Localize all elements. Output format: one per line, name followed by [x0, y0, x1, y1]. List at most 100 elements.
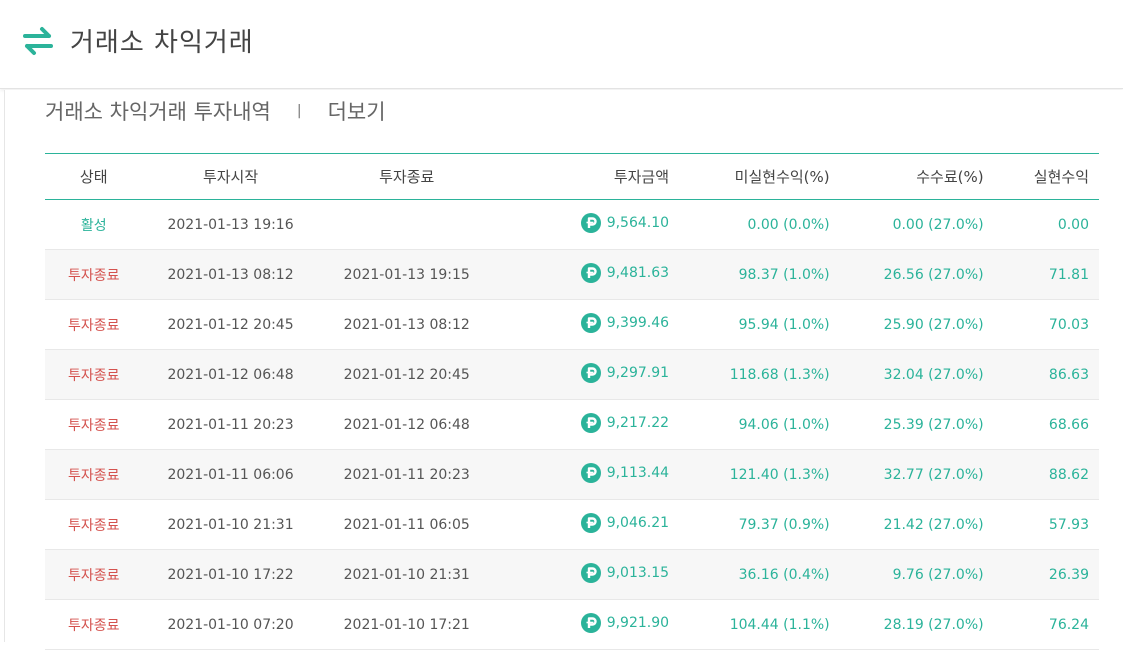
start-time-cell: 2021-01-10 07:20	[167, 616, 294, 633]
unrealized-cell: 118.68 (1.3%)	[729, 366, 830, 383]
start-time-cell: 2021-01-11 20:23	[167, 416, 294, 433]
unrealized-cell: 0.00 (0.0%)	[747, 216, 830, 233]
end-time-cell: 2021-01-11 06:05	[343, 516, 470, 533]
header-separator: |	[296, 103, 302, 119]
more-link[interactable]: 더보기	[328, 96, 386, 126]
fee-cell: 9.76 (27.0%)	[892, 566, 984, 583]
col-header-start: 투자시작	[202, 168, 259, 186]
point-coin-icon	[580, 262, 601, 283]
col-header-unrealized: 미실현수익(%)	[734, 168, 830, 186]
col-header-end: 투자종료	[379, 168, 435, 186]
realized-cell: 88.62	[1048, 466, 1089, 483]
amount-cell: 9,013.15	[495, 550, 679, 600]
end-time-cell: 2021-01-11 20:23	[343, 466, 470, 483]
realized-cell: 71.81	[1048, 266, 1089, 283]
table-row: 투자종료 2021-01-12 06:48 2021-01-12 20:45 9,29…	[45, 349, 1099, 400]
amount-value: 9,113.44	[606, 464, 670, 481]
investment-table: 상태 투자시작 투자종료 투자금액 미실현수익(%) 수수료(%) 실현수익 활…	[45, 153, 1099, 650]
start-time-cell: 2021-01-13 19:16	[167, 216, 294, 233]
col-header-status: 상태	[79, 168, 108, 186]
col-header-amount: 투자금액	[613, 168, 670, 186]
amount-cell: 9,297.91	[495, 350, 679, 400]
unrealized-cell: 98.37 (1.0%)	[738, 266, 830, 283]
start-time-cell: 2021-01-12 06:48	[167, 366, 294, 383]
amount-cell: 9,399.46	[495, 300, 679, 350]
table-row: 투자종료 2021-01-10 17:22 2021-01-10 21:31 9,01…	[45, 549, 1099, 600]
realized-cell: 86.63	[1048, 366, 1089, 383]
table-row: 투자종료 2021-01-13 08:12 2021-01-13 19:15 9,48…	[45, 249, 1099, 300]
realized-cell: 68.66	[1048, 416, 1089, 433]
amount-cell: 9,921.90	[495, 600, 679, 650]
amount-value: 9,297.91	[606, 364, 670, 381]
amount-value: 9,013.15	[606, 564, 670, 581]
point-coin-icon	[580, 512, 601, 533]
amount-cell: 9,046.21	[495, 500, 679, 550]
section-title: 거래소 차익거래 투자내역	[45, 100, 271, 124]
unrealized-cell: 36.16 (0.4%)	[738, 566, 830, 583]
status-cell: 투자종료	[67, 417, 120, 434]
realized-cell: 70.03	[1048, 316, 1089, 333]
end-time-cell: 2021-01-13 08:12	[343, 316, 470, 333]
amount-value: 9,921.90	[606, 614, 670, 631]
table-row: 투자종료 2021-01-12 20:45 2021-01-13 08:12 9,39…	[45, 300, 1099, 350]
table-row: 활성 2021-01-13 19:16 9,564.10 0.00 (0.0%) 0.0…	[45, 200, 1099, 250]
table-row: 투자종료 2021-01-10 07:20 2021-01-10 17:21 9,92…	[45, 600, 1099, 650]
status-cell: 투자종료	[67, 267, 120, 284]
amount-value: 9,399.46	[606, 314, 670, 331]
realized-cell: 26.39	[1048, 566, 1089, 583]
section-header: 거래소 차익거래 투자내역 | 더보기	[45, 96, 386, 126]
fee-cell: 25.90 (27.0%)	[883, 316, 984, 333]
status-cell: 투자종료	[67, 317, 120, 334]
unrealized-cell: 95.94 (1.0%)	[738, 316, 830, 333]
fee-cell: 32.04 (27.0%)	[883, 366, 984, 383]
page-title: 거래소 차익거래	[70, 28, 254, 58]
end-time-cell: 2021-01-12 06:48	[343, 416, 470, 433]
point-coin-icon	[580, 312, 601, 333]
end-time-cell: 2021-01-10 21:31	[343, 566, 470, 583]
point-coin-icon	[580, 212, 601, 233]
unrealized-cell: 121.40 (1.3%)	[729, 466, 830, 483]
table-row: 투자종료 2021-01-11 20:23 2021-01-12 06:48 9,21…	[45, 400, 1099, 450]
end-time-cell: 2021-01-13 19:15	[343, 266, 470, 283]
status-cell: 투자종료	[67, 467, 120, 484]
table-row: 투자종료 2021-01-10 21:31 2021-01-11 06:05 9,04…	[45, 500, 1099, 550]
status-cell: 투자종료	[67, 617, 120, 634]
status-cell: 투자종료	[67, 517, 120, 534]
point-coin-icon	[580, 462, 601, 483]
amount-value: 9,046.21	[606, 514, 670, 531]
fee-cell: 0.00 (27.0%)	[892, 216, 984, 233]
status-cell: 투자종료	[67, 367, 120, 384]
unrealized-cell: 79.37 (0.9%)	[738, 516, 830, 533]
end-time-cell	[319, 200, 495, 250]
table-header-row: 상태 투자시작 투자종료 투자금액 미실현수익(%) 수수료(%) 실현수익	[45, 153, 1099, 200]
point-coin-icon	[580, 562, 601, 583]
start-time-cell: 2021-01-13 08:12	[167, 266, 294, 283]
status-cell: 활성	[80, 217, 107, 234]
fee-cell: 32.77 (27.0%)	[883, 466, 984, 483]
realized-cell: 0.00	[1057, 216, 1089, 233]
end-time-cell: 2021-01-10 17:21	[343, 616, 470, 633]
fee-cell: 28.19 (27.0%)	[883, 616, 984, 633]
unrealized-cell: 104.44 (1.1%)	[729, 616, 830, 633]
realized-cell: 57.93	[1048, 516, 1089, 533]
start-time-cell: 2021-01-10 17:22	[167, 566, 294, 583]
start-time-cell: 2021-01-10 21:31	[167, 516, 294, 533]
top-bar: 거래소 차익거래	[0, 0, 1123, 89]
end-time-cell: 2021-01-12 20:45	[343, 366, 470, 383]
col-header-fee: 수수료(%)	[916, 168, 984, 186]
unrealized-cell: 94.06 (1.0%)	[738, 416, 830, 433]
start-time-cell: 2021-01-11 06:06	[167, 466, 294, 483]
investment-history-panel: 거래소 차익거래 투자내역 | 더보기 상태 투자시작 투자종료 투자금액 미실…	[4, 90, 1123, 650]
amount-cell: 9,217.22	[495, 400, 679, 450]
amount-value: 9,481.63	[606, 264, 670, 281]
fee-cell: 21.42 (27.0%)	[883, 516, 984, 533]
point-coin-icon	[580, 612, 601, 633]
point-coin-icon	[580, 412, 601, 433]
realized-cell: 76.24	[1048, 616, 1089, 633]
start-time-cell: 2021-01-12 20:45	[167, 316, 294, 333]
col-header-realized: 실현수익	[1033, 168, 1089, 186]
table-row: 투자종료 2021-01-11 06:06 2021-01-11 20:23 9,11…	[45, 449, 1099, 500]
amount-cell: 9,564.10	[495, 200, 679, 250]
fee-cell: 26.56 (27.0%)	[883, 266, 984, 283]
amount-cell: 9,113.44	[495, 450, 679, 500]
